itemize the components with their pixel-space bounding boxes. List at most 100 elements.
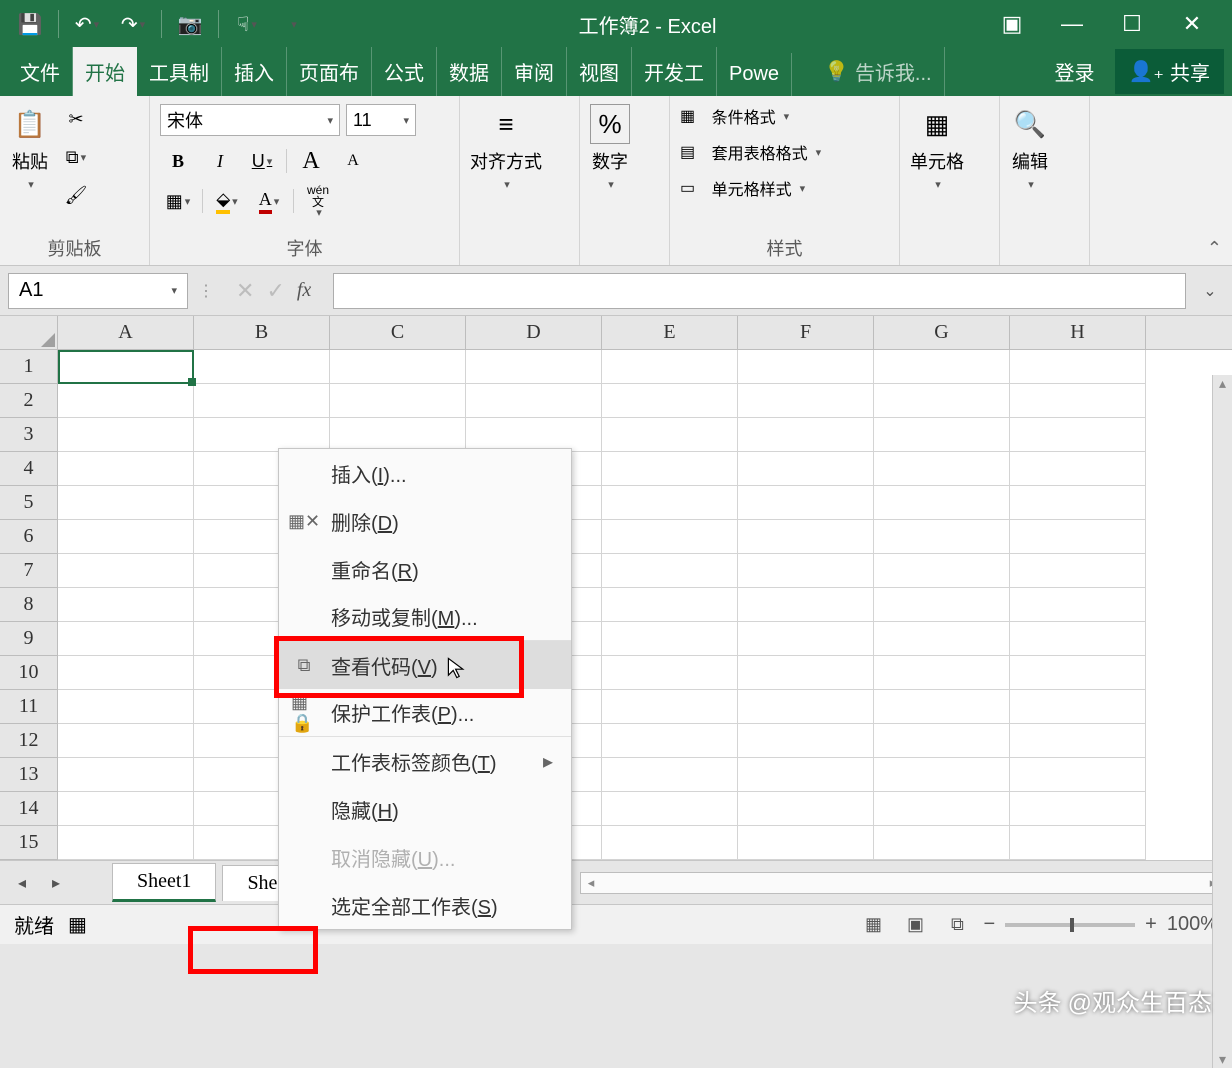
paste-button[interactable]: 📋 粘贴 ▾	[10, 104, 50, 191]
column-header[interactable]: A	[58, 316, 194, 349]
cell[interactable]	[58, 690, 194, 724]
tab-tools[interactable]: 工具制	[137, 47, 222, 96]
cell[interactable]	[738, 724, 874, 758]
row-header[interactable]: 1	[0, 350, 58, 384]
cell[interactable]	[1010, 758, 1146, 792]
zoom-level[interactable]: 100%	[1167, 913, 1218, 936]
number-format-button[interactable]: % 数字▾	[590, 104, 630, 191]
cell[interactable]	[58, 486, 194, 520]
tab-home[interactable]: 开始	[73, 47, 137, 96]
font-size-combo[interactable]: 11▾	[346, 104, 416, 136]
column-header[interactable]: F	[738, 316, 874, 349]
context-menu-item[interactable]: 隐藏(H)	[279, 785, 571, 833]
tab-pagelayout[interactable]: 页面布	[287, 47, 372, 96]
cell[interactable]	[1010, 724, 1146, 758]
name-box[interactable]: A1▾	[8, 273, 188, 309]
row-header[interactable]: 11	[0, 690, 58, 724]
cell[interactable]	[1010, 554, 1146, 588]
cell[interactable]	[1010, 588, 1146, 622]
row-header[interactable]: 4	[0, 452, 58, 486]
row-header[interactable]: 6	[0, 520, 58, 554]
row-header[interactable]: 15	[0, 826, 58, 860]
cell[interactable]	[602, 452, 738, 486]
zoom-slider[interactable]	[1005, 923, 1135, 927]
share-button[interactable]: 👤₊ 共享	[1115, 49, 1224, 94]
cell[interactable]	[602, 384, 738, 418]
undo-icon[interactable]: ↶▾	[69, 6, 105, 42]
cell-styles-button[interactable]: ▭ 单元格样式▾	[680, 176, 805, 200]
cell[interactable]	[874, 520, 1010, 554]
format-as-table-button[interactable]: ▤ 套用表格格式▾	[680, 140, 821, 164]
cell[interactable]	[738, 758, 874, 792]
cell[interactable]	[58, 758, 194, 792]
font-name-combo[interactable]: 宋体▾	[160, 104, 340, 136]
cell[interactable]	[58, 724, 194, 758]
login-button[interactable]: 登录	[1043, 47, 1107, 96]
cell[interactable]	[1010, 418, 1146, 452]
tab-view[interactable]: 视图	[567, 47, 632, 96]
cell[interactable]	[738, 588, 874, 622]
cell[interactable]	[58, 520, 194, 554]
cell[interactable]	[58, 452, 194, 486]
cell[interactable]	[738, 622, 874, 656]
cell[interactable]	[466, 384, 602, 418]
cell[interactable]	[874, 452, 1010, 486]
alignment-button[interactable]: ≡ 对齐方式▾	[470, 104, 542, 191]
cell[interactable]	[602, 724, 738, 758]
cell[interactable]	[1010, 826, 1146, 860]
context-menu-item[interactable]: ⧉查看代码(V)	[279, 641, 571, 689]
conditional-format-button[interactable]: ▦ 条件格式▾	[680, 104, 789, 128]
sheet-tab[interactable]: Sheet1	[112, 863, 216, 902]
cell[interactable]	[874, 690, 1010, 724]
cell[interactable]	[874, 486, 1010, 520]
cell[interactable]	[874, 554, 1010, 588]
minimize-icon[interactable]: —	[1052, 6, 1092, 42]
row-header[interactable]: 2	[0, 384, 58, 418]
cell[interactable]	[874, 622, 1010, 656]
select-all-corner[interactable]	[0, 316, 58, 349]
enter-formula-icon[interactable]: ✓	[266, 278, 284, 304]
fill-color-button[interactable]: ⬙▾	[209, 186, 245, 216]
cell[interactable]	[874, 350, 1010, 384]
cell[interactable]	[738, 554, 874, 588]
cells-button[interactable]: ▦ 单元格▾	[910, 104, 964, 191]
cell[interactable]	[58, 418, 194, 452]
cell[interactable]	[1010, 792, 1146, 826]
cell[interactable]	[738, 350, 874, 384]
cell[interactable]	[738, 656, 874, 690]
cell[interactable]	[874, 418, 1010, 452]
italic-button[interactable]: I	[202, 146, 238, 176]
row-header[interactable]: 3	[0, 418, 58, 452]
cell[interactable]	[58, 384, 194, 418]
cell[interactable]	[194, 350, 330, 384]
tab-review[interactable]: 审阅	[502, 47, 567, 96]
cancel-formula-icon[interactable]: ✕	[236, 278, 254, 304]
cell[interactable]	[466, 350, 602, 384]
cell[interactable]	[738, 452, 874, 486]
sheet-nav-prev-icon[interactable]: ◂	[8, 873, 36, 893]
column-header[interactable]: D	[466, 316, 602, 349]
tab-formulas[interactable]: 公式	[372, 47, 437, 96]
tab-data[interactable]: 数据	[437, 47, 502, 96]
cut-icon[interactable]: ✂	[58, 104, 94, 134]
fx-icon[interactable]: fx	[297, 279, 311, 302]
underline-button[interactable]: U▾	[244, 146, 280, 176]
cell[interactable]	[874, 758, 1010, 792]
cell[interactable]	[330, 418, 466, 452]
save-icon[interactable]: 💾	[12, 6, 48, 42]
cell[interactable]	[602, 418, 738, 452]
cell[interactable]	[602, 758, 738, 792]
bold-button[interactable]: B	[160, 146, 196, 176]
close-icon[interactable]: ✕	[1172, 6, 1212, 42]
row-header[interactable]: 12	[0, 724, 58, 758]
cell[interactable]	[1010, 520, 1146, 554]
cell[interactable]	[330, 384, 466, 418]
context-menu-item[interactable]: ▦🔒保护工作表(P)...	[279, 689, 571, 737]
borders-button[interactable]: ▦▾	[160, 186, 196, 216]
cell[interactable]	[738, 690, 874, 724]
cell[interactable]	[874, 724, 1010, 758]
horizontal-scrollbar[interactable]: ◂▸	[580, 872, 1224, 894]
format-painter-icon[interactable]: 🖌	[58, 180, 94, 210]
cell[interactable]	[602, 826, 738, 860]
cell[interactable]	[602, 656, 738, 690]
